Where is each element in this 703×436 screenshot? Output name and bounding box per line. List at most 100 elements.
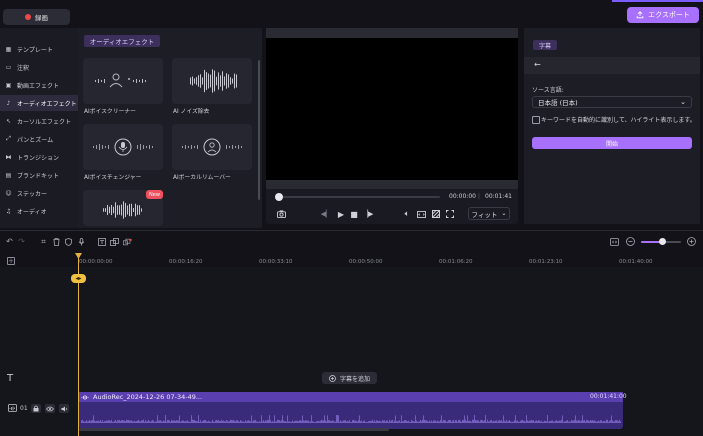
lock-icon[interactable]	[31, 404, 41, 413]
annotation-icon: ▭	[5, 63, 12, 71]
template-icon: ▦	[5, 45, 12, 53]
volume-icon[interactable]: 🔈︎	[402, 209, 412, 219]
zoom-slider-fill	[641, 241, 661, 243]
zoom-out-icon[interactable]	[626, 237, 635, 246]
sidebar-item-label: パンとズーム	[17, 136, 54, 144]
new-badge: New	[146, 190, 163, 199]
keyword-checkbox[interactable]	[532, 116, 540, 124]
time-separator: |	[478, 193, 481, 200]
effect-card-label: AIボイスチェンジャー	[84, 175, 142, 181]
cursor-effect-icon: ↖	[5, 117, 12, 125]
effect-card-label: AIボーカルリムーバー	[173, 175, 231, 181]
effects-scrollbar[interactable]	[258, 60, 260, 200]
zoom-in-icon[interactable]	[687, 237, 696, 246]
sidebar-item-label: テンプレート	[17, 46, 53, 54]
sidebar-item-annotation[interactable]: ▭ 注釈	[0, 59, 78, 75]
sidebar-item-label: オーディオエフェクト	[17, 100, 77, 108]
voice-cleaner-icon	[95, 73, 146, 88]
sidebar-item-label: 動画エフェクト	[17, 82, 60, 90]
text-track-icon: T	[7, 373, 14, 384]
fit-label: フィット	[471, 210, 498, 219]
export-icon	[636, 11, 644, 19]
sidebar-item-video-effect[interactable]: ▣ 動画エフェクト	[0, 77, 78, 93]
quality-icon[interactable]	[431, 209, 441, 219]
audio-icon: ♫	[5, 207, 12, 215]
timeline-scrollbar[interactable]	[79, 428, 389, 431]
sidebar-item-label: トランジション	[17, 154, 60, 162]
effect-card-label: AI ノイズ除去	[173, 109, 210, 115]
add-subtitle-label: 字幕を追加	[339, 375, 370, 383]
stop-icon[interactable]: ■	[349, 209, 359, 219]
undo-icon[interactable]: ↶	[5, 237, 14, 246]
sidebar-item-audio[interactable]: ♫ オーディオ	[0, 203, 78, 219]
audio-track-icon	[8, 404, 17, 412]
sidebar-item-template[interactable]: ▦ テンプレート	[0, 41, 78, 57]
layers-icon[interactable]	[110, 237, 119, 246]
microphone-icon[interactable]	[77, 237, 86, 246]
sidebar-item-cursor-effect[interactable]: ↖ カーソルエフェクト	[0, 113, 78, 129]
top-accent-line	[612, 0, 703, 2]
fit-dropdown[interactable]: フィット ⌄	[468, 207, 510, 220]
progress-track[interactable]	[276, 196, 440, 198]
preview-top-bar	[266, 28, 518, 38]
video-canvas[interactable]	[266, 38, 518, 180]
record-label: 録画	[35, 14, 48, 22]
effect-card-voice-cleaner[interactable]	[83, 58, 163, 104]
progress-knob[interactable]	[275, 193, 283, 201]
sticker-icon: ☺	[5, 189, 12, 197]
record-layer-icon[interactable]	[123, 237, 132, 246]
zoom-slider-knob[interactable]	[659, 238, 666, 245]
text-box-icon[interactable]	[97, 237, 106, 246]
sidebar-item-label: ブランドキット	[17, 172, 60, 180]
noise-removal-icon	[190, 69, 237, 93]
next-frame-icon[interactable]: ▕▶	[363, 209, 374, 219]
audio-wave-icon	[81, 394, 90, 403]
redo-icon[interactable]: ↷	[17, 237, 26, 246]
shield-icon[interactable]	[64, 237, 73, 246]
effect-card-voice-changer[interactable]	[83, 124, 163, 170]
add-track-icon[interactable]: +	[7, 257, 15, 265]
effect-card-vocal-remover[interactable]	[172, 124, 252, 170]
eye-icon[interactable]	[45, 404, 55, 413]
sidebar-item-audio-effect[interactable]: ♪ オーディオエフェクト	[0, 95, 78, 111]
ruler-tick-label: 00:00:00:00	[79, 259, 113, 265]
brand-kit-icon: ▤	[5, 171, 12, 179]
playhead-handle[interactable]: ◂▸	[71, 274, 86, 283]
fit-timeline-icon[interactable]	[610, 237, 619, 246]
ruler-tick-label: 00:00:33:10	[259, 259, 293, 265]
tab-subtitles[interactable]: 字幕	[533, 40, 557, 50]
preview-bottom-bar	[266, 180, 518, 189]
sidebar-item-brand-kit[interactable]: ▤ ブランドキット	[0, 167, 78, 183]
sidebar-item-label: 注釈	[17, 64, 30, 72]
start-button[interactable]: 開始	[532, 137, 692, 149]
audio-clip-duration: 00:01:41:00	[590, 393, 627, 400]
delete-icon[interactable]	[52, 237, 61, 246]
effects-panel-title: オーディオエフェクト	[84, 35, 160, 47]
effect-card-label: AIボイスクリーナー	[84, 109, 136, 115]
subtitle-panel-header	[524, 57, 700, 74]
effect-card-noise-removal[interactable]	[172, 58, 252, 104]
vocal-remover-icon	[182, 138, 242, 156]
keyword-checkbox-label: キーワードを自動的に識別して、ハイライト表示します。	[541, 117, 696, 124]
export-label: エクスポート	[648, 11, 690, 19]
sidebar-item-transition[interactable]: ⧓ トランジション	[0, 149, 78, 165]
back-arrow-icon[interactable]: ←	[534, 60, 541, 69]
sidebar-item-pan-zoom[interactable]: ⤢ パンとズーム	[0, 131, 78, 147]
sidebar-item-sticker[interactable]: ☺ ステッカー	[0, 185, 78, 201]
source-language-value: 日本語 (日本)	[538, 99, 578, 107]
snapshot-icon[interactable]	[276, 209, 286, 219]
export-button[interactable]: エクスポート	[627, 7, 699, 23]
screen-mode-icon[interactable]	[416, 209, 426, 219]
prev-frame-icon[interactable]: ◀▏	[321, 209, 332, 219]
fullscreen-icon[interactable]	[445, 209, 455, 219]
record-button[interactable]: 録画	[3, 9, 70, 25]
speaker-icon[interactable]	[59, 404, 69, 413]
add-subtitle-button[interactable]: 字幕を追加	[322, 372, 377, 384]
current-time: 00:00:00	[449, 193, 476, 200]
split-icon[interactable]: ⌗	[39, 237, 48, 246]
ruler-tick-label: 00:00:16:20	[169, 259, 203, 265]
plus-circle-icon	[329, 374, 336, 382]
track-number: 01	[20, 405, 28, 412]
play-icon[interactable]: ▶	[336, 209, 346, 219]
source-language-select[interactable]: 日本語 (日本) ⌄	[532, 96, 692, 108]
